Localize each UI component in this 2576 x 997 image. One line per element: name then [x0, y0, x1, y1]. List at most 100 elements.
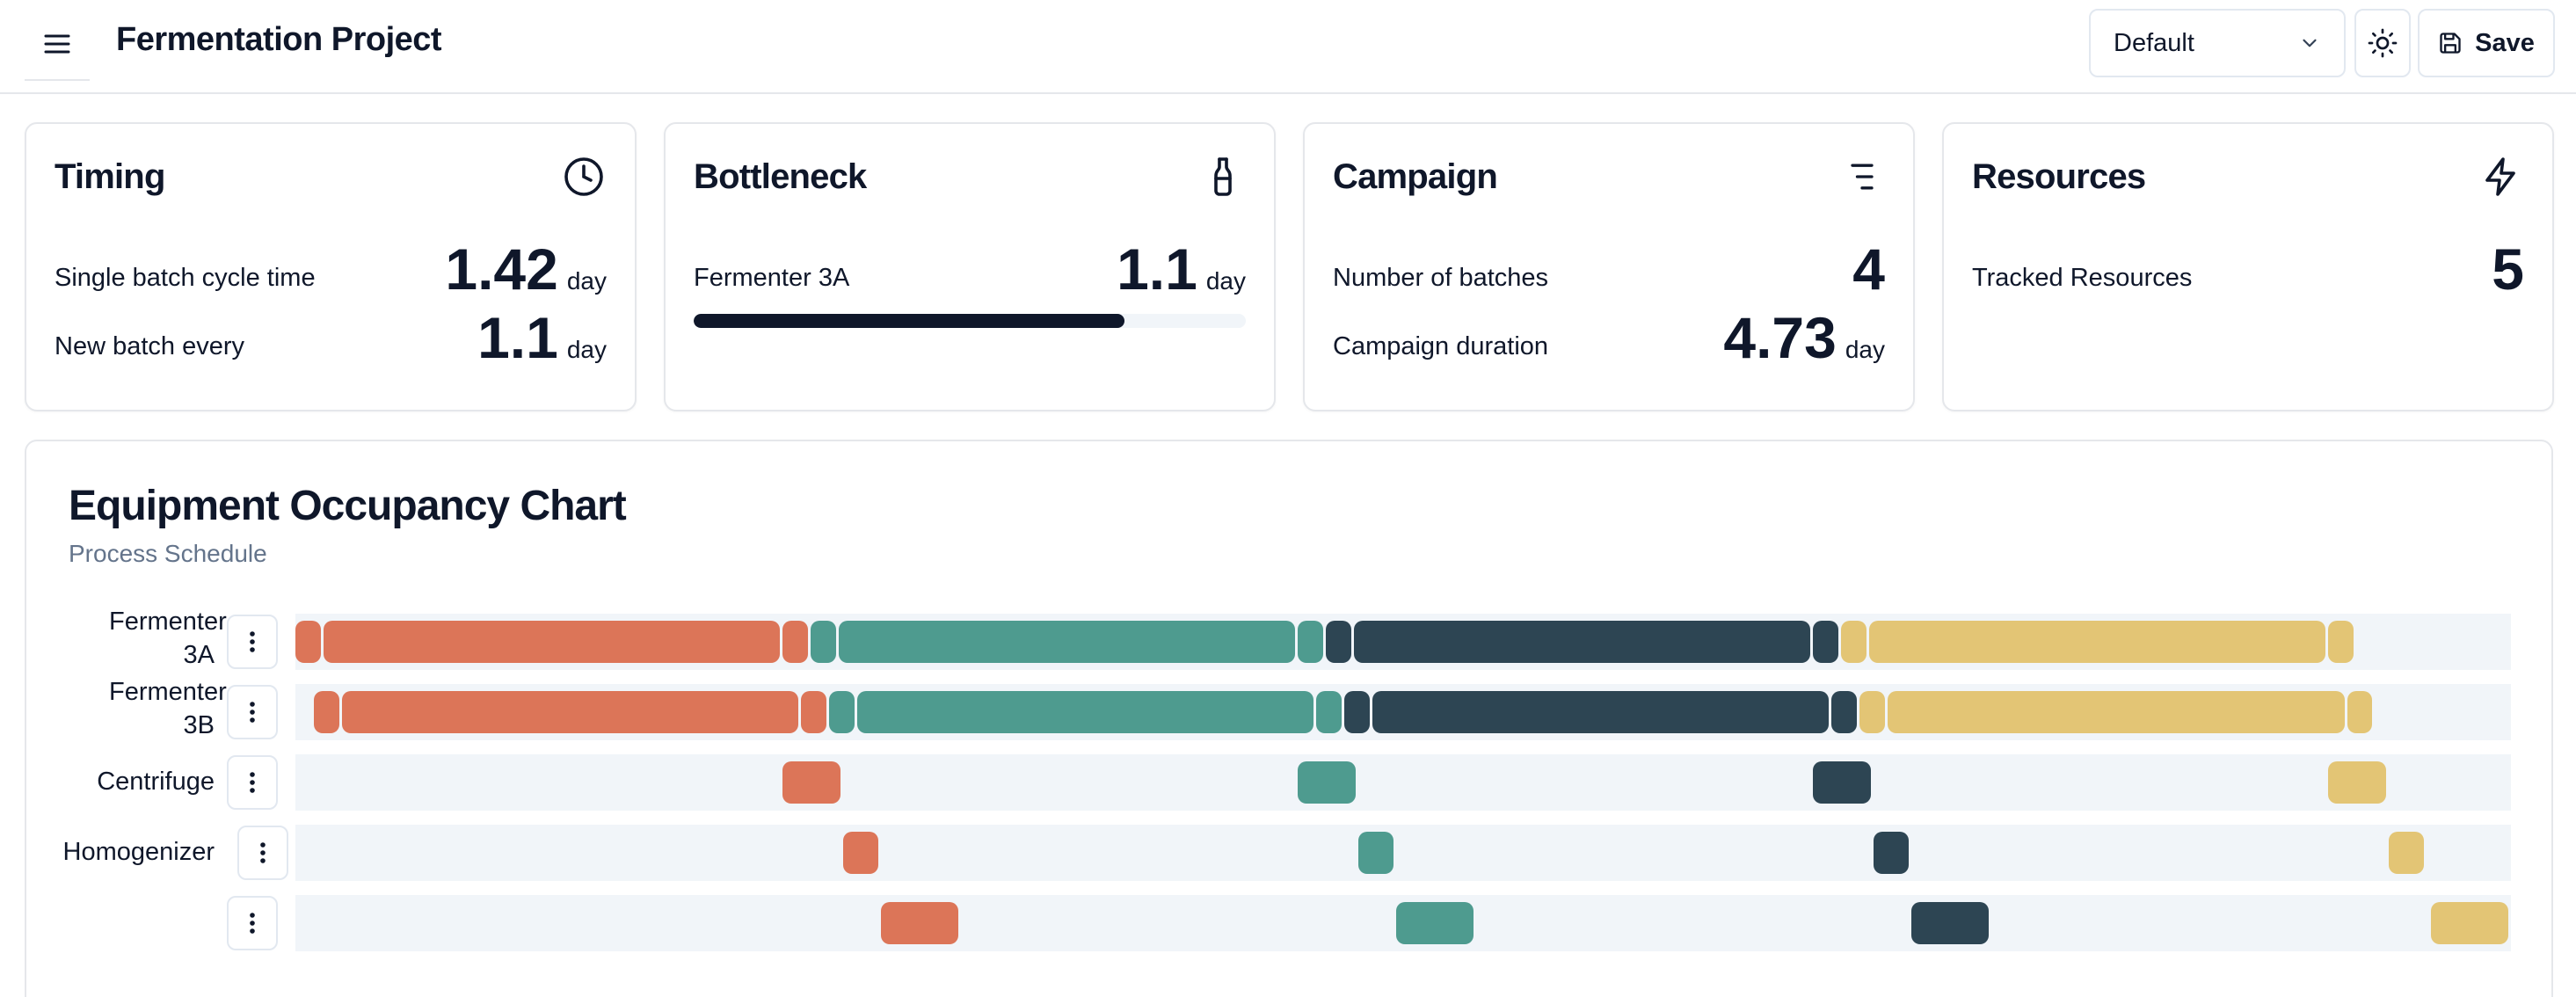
metric-label: New batch every [55, 332, 244, 360]
resource-track [295, 684, 2511, 740]
campaign-card-title: Campaign [1333, 157, 1498, 196]
metric-label: Single batch cycle time [55, 264, 316, 292]
view-select-value: Default [2114, 28, 2194, 57]
chart-title: Equipment Occupancy Chart [69, 483, 627, 529]
occupancy-bar[interactable] [1316, 691, 1343, 733]
occupancy-bar[interactable] [1372, 691, 1830, 733]
occupancy-bar[interactable] [2389, 832, 2425, 874]
occupancy-bar[interactable] [857, 691, 1314, 733]
occupancy-bar[interactable] [801, 691, 827, 733]
save-button[interactable]: Save [2418, 9, 2555, 77]
clock-icon [561, 154, 607, 200]
resource-menu-button[interactable] [237, 826, 288, 880]
list-filter-icon [1839, 154, 1885, 200]
occupancy-bar[interactable] [782, 761, 841, 804]
zap-icon [2478, 154, 2524, 200]
metric-unit: day [1205, 267, 1246, 295]
timing-card-title: Timing [55, 157, 165, 196]
metric-label: Tracked Resources [1972, 264, 2193, 292]
occupancy-bar[interactable] [1813, 621, 1839, 663]
view-select[interactable]: Default [2089, 9, 2346, 77]
occupancy-bar[interactable] [1874, 832, 1910, 874]
page-title: Fermentation Project [116, 21, 442, 58]
save-icon [2440, 33, 2461, 54]
metric-label: Campaign duration [1333, 332, 1549, 360]
metric-value: 4 [1852, 237, 1885, 302]
metric-unit: day [1845, 336, 1885, 363]
resource-track [295, 754, 2511, 811]
occupancy-bar[interactable] [1354, 621, 1811, 663]
bottleneck-progress-bar [694, 314, 1246, 328]
occupancy-bar[interactable] [1396, 902, 1474, 944]
occupancy-bar[interactable] [811, 621, 836, 663]
resource-menu-button[interactable] [227, 685, 278, 739]
occupancy-bar[interactable] [2431, 902, 2508, 944]
bottleneck-card-title: Bottleneck [694, 157, 867, 196]
resource-label: Fermenter 3A [109, 608, 227, 669]
occupancy-bar[interactable] [1344, 691, 1371, 733]
occupancy-bar[interactable] [314, 691, 340, 733]
occupancy-bar[interactable] [1911, 902, 1989, 944]
resource-track [295, 614, 2511, 670]
metric-unit: day [566, 336, 607, 363]
bottleneck-value: 1.1 [1117, 237, 1197, 302]
equipment-occupancy-chart: Equipment Occupancy Chart Process Schedu… [25, 440, 2553, 997]
resource-menu-button[interactable] [227, 896, 278, 950]
metric-unit: day [566, 267, 607, 295]
bottleneck-label: Fermenter 3A [694, 264, 850, 292]
bottleneck-row: Fermenter 3A 1.1 day [694, 237, 1246, 298]
occupancy-bar[interactable] [295, 621, 321, 663]
occupancy-bar[interactable] [1326, 621, 1352, 663]
chart-subtitle: Process Schedule [69, 540, 267, 567]
occupancy-bar[interactable] [782, 621, 809, 663]
occupancy-bar[interactable] [1298, 761, 1357, 804]
occupancy-bar[interactable] [829, 691, 855, 733]
bottleneck-progress-fill [694, 314, 1124, 328]
occupancy-bar[interactable] [1888, 691, 2345, 733]
timing-row-new-batch: New batch every 1.1 day [55, 305, 607, 367]
bottleneck-card: Bottleneck Fermenter 3A 1.1 day [664, 122, 1276, 411]
occupancy-bar[interactable] [2328, 621, 2354, 663]
metric-value: 4.73 [1723, 305, 1837, 370]
sun-icon [2368, 28, 2398, 58]
more-vertical-icon [250, 913, 255, 934]
bottle-icon [1200, 154, 1246, 200]
resource-label: Homogenizer [62, 838, 215, 866]
occupancy-bar[interactable] [342, 691, 799, 733]
occupancy-bar[interactable] [1831, 691, 1858, 733]
menu-button[interactable] [25, 9, 90, 81]
occupancy-bar[interactable] [843, 832, 878, 874]
resource-menu-button[interactable] [227, 615, 278, 669]
more-vertical-icon [260, 842, 266, 863]
occupancy-bar[interactable] [1813, 761, 1872, 804]
resource-label: Fermenter 3B [109, 678, 227, 739]
metric-value: 1.1 [477, 305, 558, 370]
occupancy-bar[interactable] [2328, 761, 2387, 804]
occupancy-bar[interactable] [2347, 691, 2373, 733]
occupancy-bar[interactable] [1841, 621, 1867, 663]
resource-menu-button[interactable] [227, 755, 278, 810]
metric-value: 5 [2492, 237, 2524, 302]
occupancy-bar[interactable] [1358, 832, 1394, 874]
occupancy-bar[interactable] [323, 621, 781, 663]
theme-toggle-button[interactable] [2354, 9, 2411, 77]
occupancy-bar[interactable] [1859, 691, 1886, 733]
more-vertical-icon [250, 772, 255, 793]
campaign-row-batches: Number of batches 4 [1333, 237, 1885, 298]
timing-row-cycle: Single batch cycle time 1.42 day [55, 237, 607, 298]
occupancy-bar[interactable] [880, 902, 958, 944]
resources-card-title: Resources [1972, 157, 2146, 196]
occupancy-bar[interactable] [1298, 621, 1324, 663]
occupancy-bar[interactable] [1869, 621, 2326, 663]
resources-row: Tracked Resources 5 [1972, 237, 2524, 298]
metric-value: 1.42 [445, 237, 558, 302]
campaign-row-duration: Campaign duration 4.73 day [1333, 305, 1885, 367]
metric-label: Number of batches [1333, 264, 1549, 292]
more-vertical-icon [250, 631, 255, 652]
resource-track [295, 895, 2511, 951]
menu-icon [44, 34, 70, 54]
occupancy-bar[interactable] [839, 621, 1296, 663]
timing-card: Timing Single batch cycle time 1.42 day … [25, 122, 637, 411]
resource-label: Centrifuge [97, 768, 215, 796]
save-button-label: Save [2475, 28, 2535, 57]
